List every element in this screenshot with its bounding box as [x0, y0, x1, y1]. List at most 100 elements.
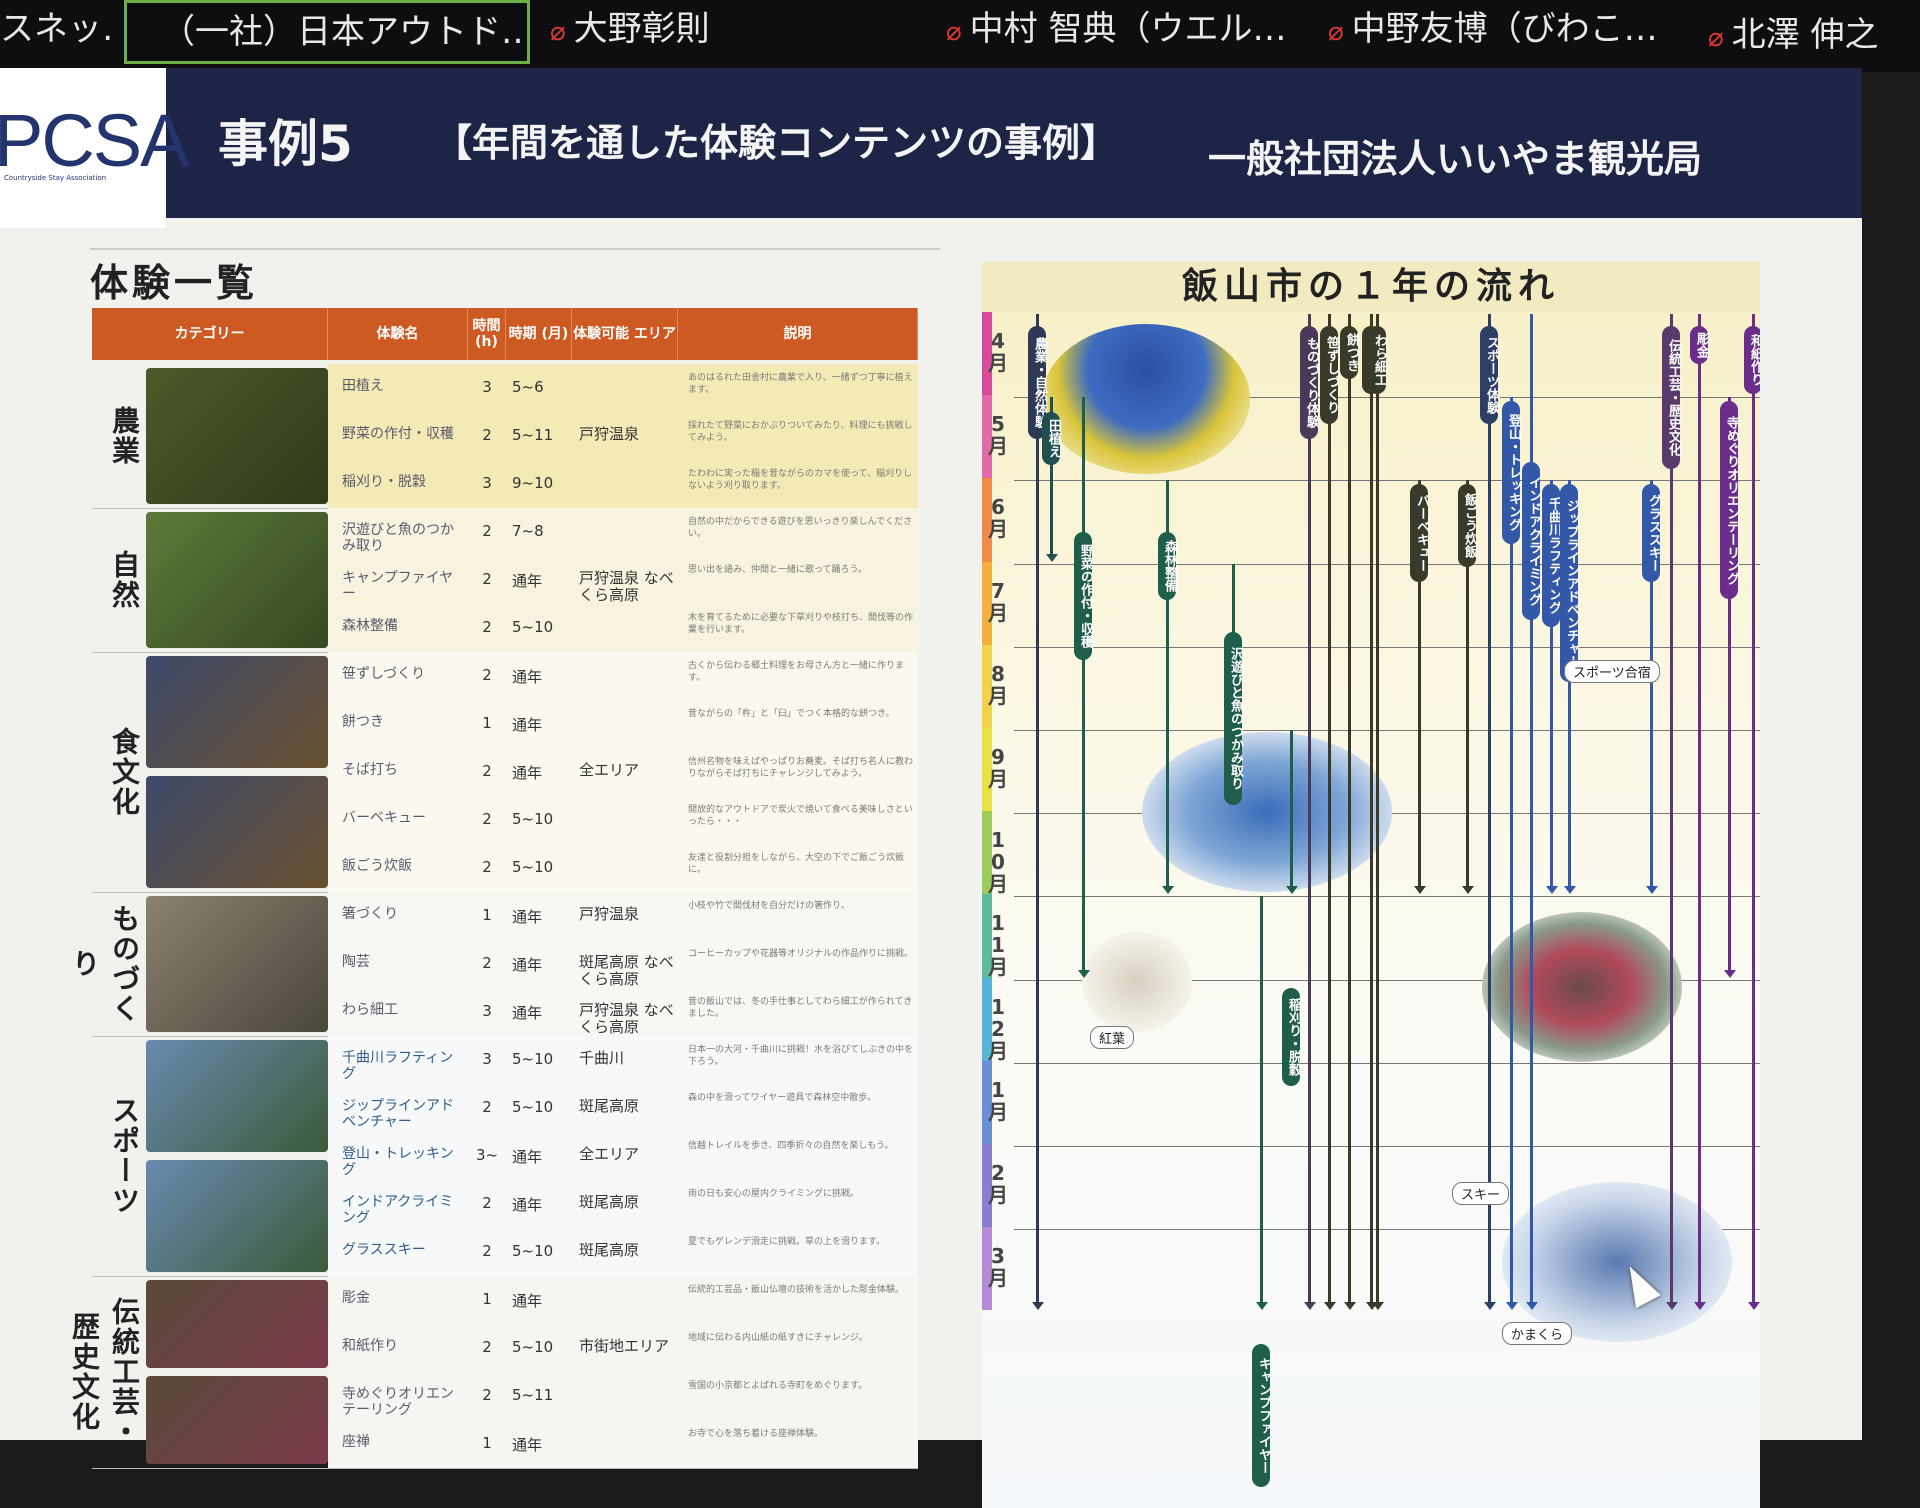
category-label: スポーツ	[108, 1096, 141, 1216]
event-label: スキー	[1452, 1182, 1510, 1205]
pcsa-logo: PCSA Countryside Stay Association	[0, 68, 190, 228]
activity-period: 9~10	[512, 474, 554, 492]
activity-name: 和紙作り	[342, 1338, 398, 1354]
month-gridline	[1014, 480, 1760, 482]
period-end-arrow	[1526, 1302, 1538, 1311]
activity-description: 信越トレイルを歩き、四季折々の自然を楽しもう。	[688, 1141, 894, 1151]
activity-hours: 1	[482, 906, 492, 924]
period-end-arrow	[1724, 969, 1736, 978]
month-label: 2月	[988, 1161, 1008, 1207]
activity-period: 5~10	[512, 1098, 554, 1116]
activity-period-bar	[1290, 730, 1293, 887]
period-end-arrow	[1286, 886, 1298, 895]
participant-name: （一社）日本アウトド…	[161, 12, 530, 52]
period-end-arrow	[1414, 886, 1426, 895]
activity-tag: 田植え	[1042, 412, 1061, 465]
activity-area: 千曲川	[579, 1049, 625, 1067]
activity-period-bar	[1488, 314, 1491, 1303]
month-label: 9月	[988, 745, 1008, 791]
activity-tag: 野菜の作付・収穫	[1074, 532, 1093, 660]
activity-hours: 3	[482, 378, 492, 396]
activity-name: 餅つき	[342, 714, 384, 730]
activity-period: 通年	[512, 1196, 543, 1214]
header-hours: 時間 (h)	[468, 308, 506, 360]
activity-name: キャンプファイヤー	[342, 570, 454, 602]
activity-tag: ジップラインアドベンチャー	[1560, 484, 1579, 683]
activity-hours: 2	[482, 762, 492, 780]
activity-description: 昔の飯山では、冬の手仕事としてわら細工が作られてきました。	[688, 997, 913, 1019]
activity-hours: 3	[482, 474, 492, 492]
activity-description: コーヒーカップや花器等オリジナルの作品作りに挑戦。	[688, 949, 914, 959]
activity-description: 木を育てるために必要な下草刈りや枝打ち、間伐等の作業を行います。	[688, 613, 914, 635]
activity-period: 通年	[512, 1004, 543, 1022]
activity-tag: わら細工	[1368, 326, 1387, 394]
month-gridline	[1014, 1062, 1760, 1064]
chart-title: 飯山市の１年の流れ	[982, 262, 1760, 312]
activity-description: 思い出を語み、仲間と一緒に歌って踊ろう。	[688, 565, 868, 575]
activity-hours: 2	[482, 522, 492, 540]
activity-tag: ものづくり体験	[1300, 326, 1319, 439]
activity-hours: 3	[482, 1050, 492, 1068]
activity-name: 沢遊びと魚のつかみ取り	[342, 522, 454, 554]
period-end-arrow	[1666, 1302, 1678, 1311]
period-end-arrow	[1032, 1302, 1044, 1311]
participant-tile-active-speaker[interactable]: （一社）日本アウトド…	[124, 0, 530, 64]
mic-muted-icon: ⌀	[550, 17, 566, 47]
activity-period: 7~8	[512, 522, 544, 540]
activity-description: 開放的なアウトドアで炭火で焼いて食べる美味しさといったら・・・	[688, 805, 913, 827]
case-number: 事例5	[218, 115, 353, 173]
participant-name: 中野友博（びわこ…	[1351, 9, 1658, 49]
activity-name: バーベキュー	[342, 810, 426, 826]
month-label: 10月	[988, 828, 1008, 897]
activity-area: 斑尾高原	[579, 1241, 640, 1259]
participant-tile[interactable]: ⌀ 中野友博（びわこ…	[1328, 0, 1698, 64]
event-label: かまくら	[1502, 1322, 1573, 1345]
activity-name: 彫金	[342, 1290, 370, 1306]
divider	[90, 248, 940, 250]
header-area: 体験可能 エリア	[572, 308, 678, 360]
activity-description: 夏でもゲレンデ滑走に挑戦。草の上を滑ります。	[688, 1237, 886, 1247]
activity-photo	[146, 776, 328, 888]
activity-tag: 和紙作り	[1744, 326, 1760, 394]
activity-name: ジップラインアドベンチャー	[342, 1098, 454, 1130]
activity-name: そば打ち	[342, 762, 398, 778]
participant-tile[interactable]: ⌀ 大野彰則	[550, 0, 930, 64]
event-label: スポーツ合宿	[1564, 660, 1660, 683]
activity-area: 斑尾高原	[579, 1097, 640, 1115]
mic-muted-icon: ⌀	[1328, 17, 1344, 47]
organization-name: 一般社団法人いいやま観光局	[1208, 137, 1703, 181]
activity-tag: 沢遊びと魚のつかみ取り	[1224, 632, 1243, 805]
activity-period: 5~6	[512, 378, 544, 396]
activity-name: 千曲川ラフティング	[342, 1050, 454, 1082]
header-period: 時期 (月)	[506, 308, 572, 360]
activity-name: 田植え	[342, 378, 384, 394]
activity-tag: 千曲川ラフティング	[1542, 484, 1561, 628]
activity-area: 全エリア	[579, 1145, 640, 1163]
case-theme: 【年間を通した体験コンテンツの事例】	[434, 121, 1119, 165]
activity-description: 地域に伝わる内山紙の紙すきにチャレンジ。	[688, 1333, 868, 1343]
activity-name: 箸づくり	[342, 906, 398, 922]
activity-period-bar	[1260, 896, 1263, 1303]
participant-tile[interactable]: ⌀ 中村 智典（ウエル…	[936, 0, 1326, 64]
participant-tile[interactable]: スネッ…	[0, 0, 112, 64]
activity-name: 野菜の作付・収穫	[342, 426, 454, 442]
activity-period-bar	[1698, 314, 1701, 1303]
activity-period: 通年	[512, 716, 543, 734]
activity-photo	[146, 1376, 328, 1464]
period-end-arrow	[1462, 886, 1474, 895]
participant-tile[interactable]: ⌀ 北澤 伸之	[1708, 6, 1920, 70]
activity-area: 戸狩温泉	[579, 905, 640, 923]
activity-tag: バーベキュー	[1410, 484, 1429, 583]
activity-period-bar	[1328, 314, 1331, 1303]
month-gridline	[1014, 896, 1760, 898]
activity-area: 全エリア	[579, 761, 640, 779]
participant-name: 大野彰則	[573, 9, 710, 49]
logo-subtitle: Countryside Stay Association	[4, 174, 107, 182]
activity-description: 昔ながらの「杵」と「臼」でつく本格的な餅つき。	[688, 709, 895, 719]
activity-tag: 飯ごう炊飯	[1458, 484, 1477, 568]
activity-period: 通年	[512, 668, 543, 686]
participant-name: スネッ…	[0, 9, 112, 49]
table-header: カテゴリー 体験名 時間 (h) 時期 (月) 体験可能 エリア 説明	[92, 308, 918, 360]
period-end-arrow	[1304, 1302, 1316, 1311]
activity-photo	[146, 896, 328, 1032]
